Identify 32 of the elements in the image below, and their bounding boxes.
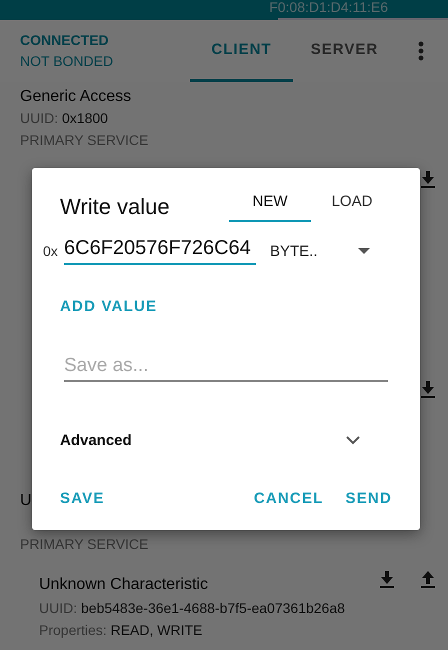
advanced-row[interactable]: Advanced <box>60 432 360 449</box>
characteristic-properties: Properties: READ, WRITE <box>39 621 204 640</box>
hex-prefix: 0x <box>43 243 59 259</box>
dialog-button[interactable]: SEND <box>346 490 392 507</box>
service-type: PRIMARY SERVICE <box>20 535 150 554</box>
dialog-button[interactable]: SAVE <box>60 490 105 507</box>
format-dropdown[interactable]: BYTE.. <box>270 242 370 260</box>
tab[interactable]: NEW <box>229 193 311 222</box>
service-uuid: UUID: 0x1800 <box>20 109 109 128</box>
dialog-button[interactable]: CANCEL <box>254 490 324 507</box>
characteristic-uuid: UUID: beb5483e-36e1-4688-b7f5-ea07361b26a8 <box>39 599 346 618</box>
service-type: PRIMARY SERVICE <box>20 131 150 150</box>
download-icon[interactable] <box>380 571 394 588</box>
service-name: U <box>20 491 32 511</box>
connection-status: CONNECTED <box>20 31 110 50</box>
service-name: Generic Access <box>20 87 132 107</box>
dialog-title: Write value <box>60 194 171 221</box>
tab[interactable]: SERVER <box>293 20 396 82</box>
save-as-field[interactable]: Save as... <box>64 355 388 382</box>
characteristic-name: Unknown Characteristic <box>39 575 208 595</box>
tab[interactable]: CLIENT <box>190 20 293 82</box>
device-address: F0:08:D1:D4:11:E6 <box>269 0 389 14</box>
tab[interactable]: LOAD <box>331 193 373 222</box>
add-value-button[interactable]: ADD VALUE <box>60 298 158 315</box>
download-icon[interactable] <box>421 381 435 398</box>
chevron-down-icon <box>346 436 360 445</box>
value-field[interactable]: 6C6F20576F726C64 <box>64 237 256 265</box>
download-icon[interactable] <box>421 171 435 188</box>
dropdown-icon <box>358 248 370 254</box>
more-icon[interactable] <box>418 41 424 61</box>
upload-icon[interactable] <box>421 571 435 588</box>
bond-status: NOT BONDED <box>20 52 114 71</box>
